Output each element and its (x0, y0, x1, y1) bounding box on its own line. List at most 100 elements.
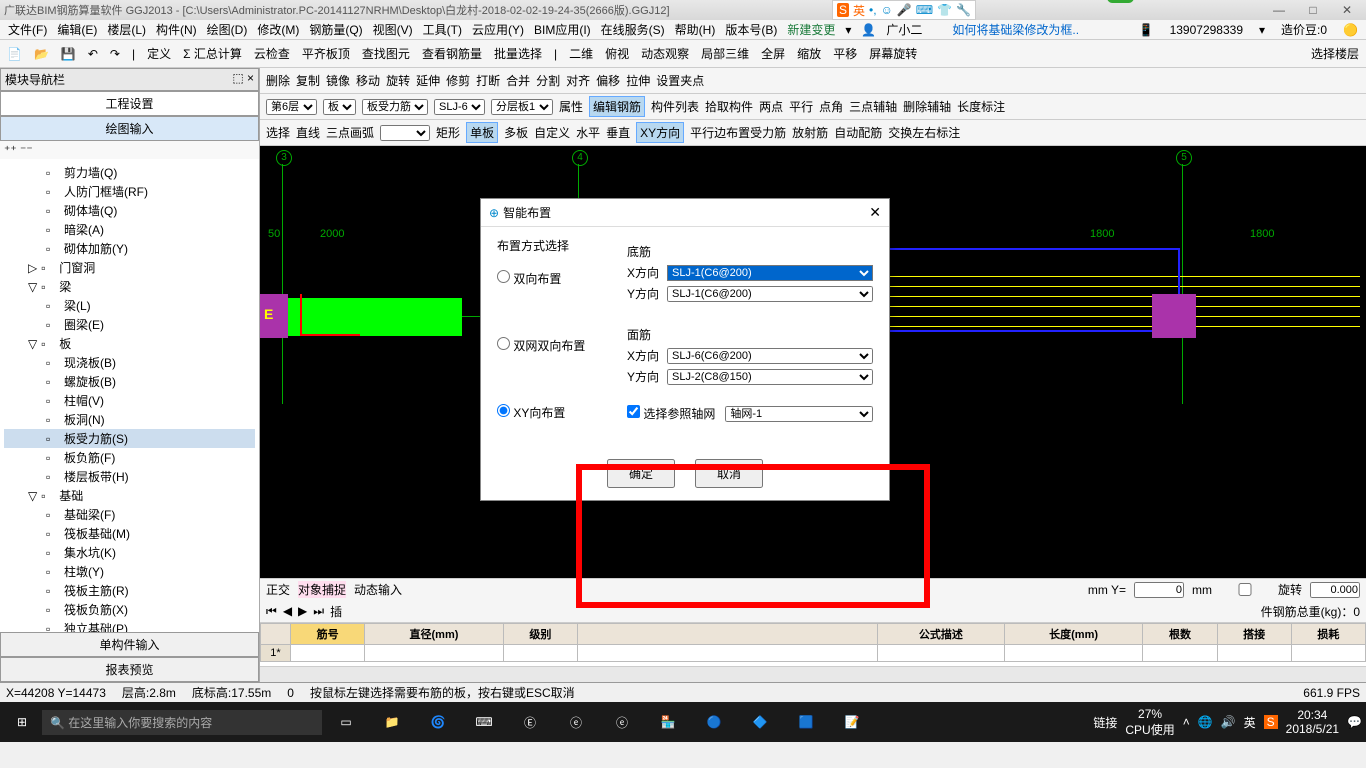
taskbar-search[interactable]: 🔍 在这里输入你要搜索的内容 (42, 710, 322, 735)
offset-button[interactable]: 偏移 (596, 72, 620, 89)
app-icon[interactable]: 📁 (370, 704, 414, 740)
ortho-toggle[interactable]: 正交 (266, 581, 290, 598)
beans-label[interactable]: 造价豆:0 (1277, 19, 1331, 40)
top-y-select[interactable]: SLJ-2(C8@150) (667, 369, 873, 385)
ime-settings-icon[interactable]: 🔧 (956, 3, 971, 17)
menu-modify[interactable]: 修改(M) (253, 19, 303, 40)
dynamic-input-toggle[interactable]: 动态输入 (354, 581, 402, 598)
task-view-icon[interactable]: ▭ (324, 704, 368, 740)
single-slab-button[interactable]: 单板 (466, 122, 498, 143)
app-icon[interactable]: ⌨ (462, 704, 506, 740)
app-icon[interactable]: 🟦 (784, 704, 828, 740)
ime-lang[interactable]: 英 (853, 2, 865, 19)
three-point-axis-button[interactable]: 三点辅轴 (849, 98, 897, 115)
copy-button[interactable]: 复制 (296, 72, 320, 89)
rotate-input[interactable] (1310, 582, 1360, 598)
ime-keyboard-icon[interactable]: ⌨ (916, 3, 933, 17)
open-icon[interactable]: 📂 (31, 45, 52, 63)
trim-button[interactable]: 修剪 (446, 72, 470, 89)
define-button[interactable]: 定义 (144, 43, 174, 64)
view-rebar-button[interactable]: 查看钢筋量 (419, 43, 485, 64)
bottom-y-select[interactable]: SLJ-1(C6@200) (667, 286, 873, 302)
ime-punct-icon[interactable]: •, (869, 3, 877, 17)
redo-icon[interactable]: ↷ (107, 45, 123, 63)
floor-select[interactable]: 第6层 (266, 99, 317, 115)
tree-item[interactable]: ▷ ▫ 门窗洞 (4, 258, 255, 277)
delete-button[interactable]: 删除 (266, 72, 290, 89)
tree-item[interactable]: ▫ 集水坑(K) (4, 543, 255, 562)
horizontal-button[interactable]: 水平 (576, 124, 600, 141)
axis-select[interactable]: 轴网-1 (725, 406, 873, 422)
menu-draw[interactable]: 绘图(D) (203, 19, 252, 40)
screen-rotate-button[interactable]: 屏幕旋转 (866, 43, 920, 64)
tree-item[interactable]: ▫ 现浇板(B) (4, 353, 255, 372)
tree-item[interactable]: ▽ ▫ 梁 (4, 277, 255, 296)
find-button[interactable]: 查找图元 (359, 43, 413, 64)
select-tool[interactable]: 选择 (266, 124, 290, 141)
align-button[interactable]: 对齐 (566, 72, 590, 89)
menu-edit[interactable]: 编辑(E) (53, 19, 101, 40)
ok-button[interactable]: 确定 (607, 459, 675, 488)
tab-project-settings[interactable]: 工程设置 (0, 91, 259, 116)
rebar-type-select[interactable]: 板受力筋 (362, 99, 428, 115)
menu-cloud[interactable]: 云应用(Y) (468, 19, 528, 40)
tray-volume-icon[interactable]: 🔊 (1221, 715, 1236, 729)
menu-floor[interactable]: 楼层(L) (103, 19, 150, 40)
col-waste[interactable]: 损耗 (1291, 624, 1365, 645)
tree-item[interactable]: ▫ 板受力筋(S) (4, 429, 255, 448)
link-label[interactable]: 链接 (1093, 714, 1117, 731)
tree-item[interactable]: ▽ ▫ 基础 (4, 486, 255, 505)
tree-item[interactable]: ▫ 独立基础(P) (4, 619, 255, 632)
tree-item[interactable]: ▫ 砌体加筋(Y) (4, 239, 255, 258)
local3d-button[interactable]: 局部三维 (698, 43, 752, 64)
col-formula[interactable]: 公式描述 (877, 624, 1004, 645)
component-list-button[interactable]: 构件列表 (651, 98, 699, 115)
snap-toggle[interactable]: 对象捕捉 (298, 581, 346, 598)
radio-bidirectional[interactable]: 双向布置 (497, 270, 607, 287)
orbit-button[interactable]: 动态观察 (638, 43, 692, 64)
tree-item[interactable]: ▫ 砌体墙(Q) (4, 201, 255, 220)
mirror-button[interactable]: 镜像 (326, 72, 350, 89)
tree-item[interactable]: ▫ 筏板负筋(X) (4, 600, 255, 619)
col-lap[interactable]: 搭接 (1217, 624, 1291, 645)
tree-item[interactable]: ▫ 柱帽(V) (4, 391, 255, 410)
close-button[interactable]: ✕ (1332, 3, 1362, 17)
tab-single-input[interactable]: 单构件输入 (0, 632, 259, 657)
new-icon[interactable]: 📄 (4, 45, 25, 63)
col-blank[interactable] (577, 624, 877, 645)
pick-component-button[interactable]: 拾取构件 (705, 98, 753, 115)
tree-item[interactable]: ▫ 圈梁(E) (4, 315, 255, 334)
tray-ime-icon[interactable]: S (1264, 715, 1278, 729)
notification-icon[interactable]: 💬 (1347, 715, 1362, 729)
vertical-button[interactable]: 垂直 (606, 124, 630, 141)
app-icon[interactable]: 🔷 (738, 704, 782, 740)
app-icon[interactable]: 📝 (830, 704, 874, 740)
sidebar-pin-icon[interactable]: ⬚ × (232, 71, 254, 88)
extend-button[interactable]: 延伸 (416, 72, 440, 89)
tree-item[interactable]: ▫ 基础梁(F) (4, 505, 255, 524)
col-rebar-no[interactable]: 筋号 (291, 624, 365, 645)
app-icon[interactable]: ⓔ (600, 704, 644, 740)
tree-item[interactable]: ▫ 螺旋板(B) (4, 372, 255, 391)
merge-button[interactable]: 合并 (506, 72, 530, 89)
arc-tool[interactable]: 三点画弧 (326, 124, 374, 141)
menu-version[interactable]: 版本号(B) (721, 19, 781, 40)
new-change-button[interactable]: 新建变更 (783, 19, 839, 40)
tab-report-preview[interactable]: 报表预览 (0, 657, 259, 682)
nav-prev-icon[interactable]: ◀ (283, 604, 292, 618)
rect-tool[interactable]: 矩形 (436, 124, 460, 141)
rebar-table[interactable]: 筋号 直径(mm) 级别 公式描述 长度(mm) 根数 搭接 损耗 1* (260, 622, 1366, 666)
tray-lang-icon[interactable]: 英 (1244, 714, 1256, 731)
menu-help[interactable]: 帮助(H) (671, 19, 720, 40)
radio-double-net[interactable]: 双网双向布置 (497, 337, 607, 354)
nav-last-icon[interactable]: ⏭ (313, 604, 324, 619)
app-icon[interactable]: 🌀 (416, 704, 460, 740)
tree-item[interactable]: ▫ 梁(L) (4, 296, 255, 315)
ime-skin-icon[interactable]: 👕 (937, 3, 952, 17)
col-length[interactable]: 长度(mm) (1004, 624, 1143, 645)
edit-rebar-button[interactable]: 编辑钢筋 (589, 96, 645, 117)
horizontal-scrollbar[interactable] (260, 666, 1366, 682)
level-top-button[interactable]: 平齐板顶 (299, 43, 353, 64)
parallel-button[interactable]: 平行 (789, 98, 813, 115)
grip-button[interactable]: 设置夹点 (656, 72, 704, 89)
